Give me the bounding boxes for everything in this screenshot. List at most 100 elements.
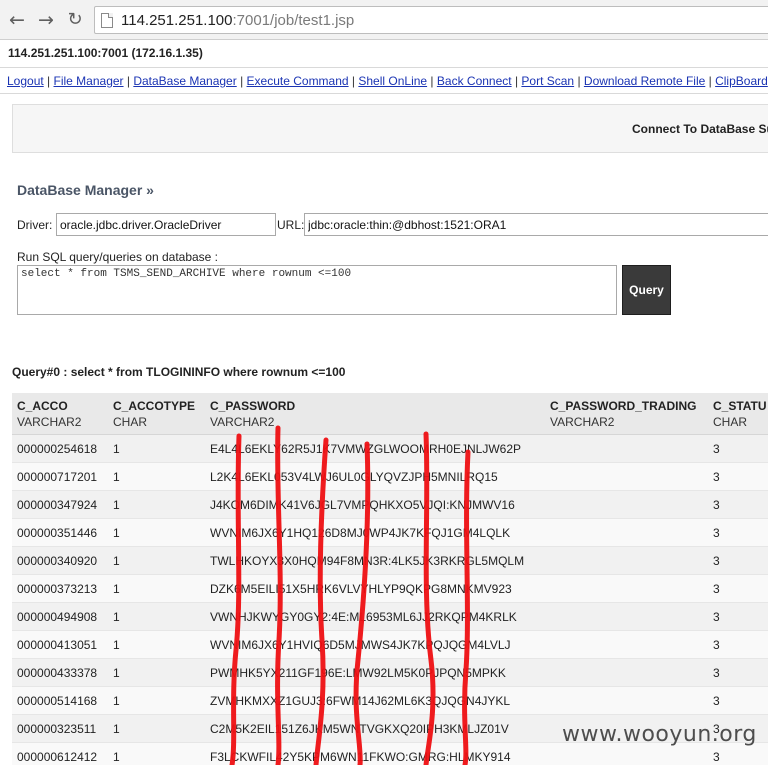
url-path: :7001/job/test1.jsp	[232, 12, 355, 29]
menu-separator: |	[236, 74, 247, 88]
back-arrow-icon[interactable]: ←	[6, 9, 28, 31]
table-cell: 3	[713, 694, 720, 708]
menu-separator: |	[348, 74, 359, 88]
column-header-name: C_ACCOTYPE	[113, 399, 196, 413]
table-cell: 000000717201	[17, 470, 98, 484]
table-cell: 1	[113, 498, 120, 512]
menu-link-download-remote-file[interactable]: Download Remote File	[584, 74, 705, 88]
menu-link-shell-online[interactable]: Shell OnLine	[358, 74, 427, 88]
browser-toolbar: ← → ↻ 114.251.251.100:7001/job/test1.jsp	[0, 0, 768, 40]
sql-query-textarea[interactable]: select * from TSMS_SEND_ARCHIVE where ro…	[17, 265, 617, 315]
table-cell: 3	[713, 442, 720, 456]
address-bar[interactable]: 114.251.251.100:7001/job/test1.jsp	[94, 6, 768, 34]
divider	[0, 93, 768, 94]
table-row: 000000494908 1 VWNHJKWYGY0GY2:4E:ML6953ML6…	[12, 603, 768, 631]
table-row: 000000514168 1 ZVMHKMXXZ1GUJ3:6FWM14J62ML6…	[12, 687, 768, 715]
table-cell: WVNIM6JX6Y1HVIQ6D5MJMWS4JK7KPQJQGM4LVLJ	[210, 638, 511, 652]
table-row: 000000373213 1 DZK6M5EILI51X5HRK6VLVYHLYP9…	[12, 575, 768, 603]
table-row: 000000254618 1 E4L4L6EKLY62R5J1K7VMWZGLWOO…	[12, 435, 768, 463]
table-cell: E4L4L6EKLY62R5J1K7VMWZGLWOOMRH0EJNLJW62P	[210, 442, 521, 456]
section-title: DataBase Manager »	[17, 182, 154, 198]
table-row: 000000347924 1 J4KOM6DIMK41V6JGL7VMPQHKXO5…	[12, 491, 768, 519]
table-cell: 3	[713, 554, 720, 568]
table-cell: 3	[713, 470, 720, 484]
table-cell: 1	[113, 470, 120, 484]
table-cell: DZK6M5EILI51X5HRK6VLVYHLYP9QKPG8MNKMV923	[210, 582, 512, 596]
table-cell: 000000347924	[17, 498, 98, 512]
url-host: 114.251.251.100	[121, 12, 233, 29]
driver-input[interactable]	[56, 213, 276, 236]
menu-link-execute-command[interactable]: Execute Command	[247, 74, 349, 88]
menu-separator: |	[123, 74, 134, 88]
host-info: 114.251.251.100:7001 (172.16.1.35)	[8, 46, 203, 60]
query-button[interactable]: Query	[622, 265, 671, 315]
forward-arrow-icon[interactable]: →	[35, 9, 57, 31]
table-cell: ZVMHKMXXZ1GUJ3:6FWM14J62ML6K3QJQGN4JYKL	[210, 694, 511, 708]
menu-link-file-manager[interactable]: File Manager	[54, 74, 124, 88]
table-row: 000000717201 1 L2K4L6EKL053V4LWJ6UL0GLYQVZ…	[12, 463, 768, 491]
table-cell: 1	[113, 694, 120, 708]
table-cell: C2M5K2EIL151Z6JKM5WNTVGKXQ20IPH3KMLJZ01V	[210, 722, 509, 736]
column-header-type: CHAR	[713, 415, 748, 429]
reload-icon[interactable]: ↻	[64, 9, 86, 31]
sql-label: Run SQL query/queries on database :	[17, 250, 219, 264]
table-cell: 1	[113, 442, 120, 456]
table-cell: 3	[713, 610, 720, 624]
table-cell: 000000254618	[17, 442, 98, 456]
table-cell: 1	[113, 638, 120, 652]
menu-separator: |	[427, 74, 437, 88]
column-header-name: C_PASSWORD_TRADING	[550, 399, 697, 413]
result-table: C_ACCO VARCHAR2 C_ACCOTYPE CHAR C_PASSWORD VA…	[12, 393, 768, 765]
menu-link-logout[interactable]: Logout	[7, 74, 44, 88]
table-cell: L2K4L6EKL053V4LWJ6UL0GLYQVZJPH5MNILRQ15	[210, 470, 498, 484]
table-cell: 1	[113, 722, 120, 736]
table-cell: 1	[113, 750, 120, 764]
table-row: 000000351446 1 WVNIM6JX6Y1HQ126D8MJ0WP4JK7…	[12, 519, 768, 547]
table-cell: 000000494908	[17, 610, 98, 624]
url-label: URL:	[277, 218, 305, 232]
menu-link-database-manager[interactable]: DataBase Manager	[133, 74, 236, 88]
table-row: 000000433378 1 PWMHK5YX211GF196E:LMW92LM5K…	[12, 659, 768, 687]
column-header-name: C_STATU	[713, 399, 767, 413]
table-cell: 3	[713, 750, 720, 764]
table-header: C_ACCO VARCHAR2 C_ACCOTYPE CHAR C_PASSWORD VA…	[12, 393, 768, 435]
column-header-type: CHAR	[113, 415, 148, 429]
table-cell: TWLHKOYX3X0HQM94F8MN3R:4LK5JK3RKRGL5MQLM	[210, 554, 525, 568]
table-cell: 3	[713, 582, 720, 596]
table-cell: 3	[713, 526, 720, 540]
connect-panel: Connect To DataBase Su	[12, 104, 768, 153]
column-header-name: C_ACCO	[17, 399, 68, 413]
column-header-type: VARCHAR2	[210, 415, 275, 429]
table-cell: 000000351446	[17, 526, 98, 540]
table-cell: 000000433378	[17, 666, 98, 680]
table-cell: 000000373213	[17, 582, 98, 596]
table-cell: 1	[113, 554, 120, 568]
table-cell: 000000340920	[17, 554, 98, 568]
driver-label: Driver:	[17, 218, 53, 232]
table-cell: J4KOM6DIMK41V6JGL7VMPQHKXO5VJQI:KNJMWV16	[210, 498, 515, 512]
table-row: 000000413051 1 WVNIM6JX6Y1HVIQ6D5MJMWS4JK7…	[12, 631, 768, 659]
menu-separator: |	[705, 74, 716, 88]
address-text[interactable]: 114.251.251.100:7001/job/test1.jsp	[121, 12, 354, 29]
table-cell: PWMHK5YX211GF196E:LMW92LM5K0PJPQN5MPKK	[210, 666, 506, 680]
watermark-text: www.wooyun.org	[562, 722, 757, 747]
table-cell: 000000413051	[17, 638, 98, 652]
table-cell: 3	[713, 498, 720, 512]
menu-separator: |	[511, 74, 522, 88]
table-cell: 1	[113, 610, 120, 624]
query-heading: Query#0 : select * from TLOGININFO where…	[12, 365, 346, 379]
menu-link-back-connect[interactable]: Back Connect	[437, 74, 512, 88]
url-input[interactable]	[304, 213, 768, 236]
menu-separator: |	[43, 74, 54, 88]
menu-link-port-scan[interactable]: Port Scan	[521, 74, 574, 88]
main-menu: Logout | File Manager | DataBase Manager…	[7, 74, 768, 88]
column-header-name: C_PASSWORD	[210, 399, 296, 413]
table-cell: WVNIM6JX6Y1HQ126D8MJ0WP4JK7KFQJ1GM4LQLK	[210, 526, 511, 540]
table-cell: 000000514168	[17, 694, 98, 708]
page-icon	[101, 13, 113, 28]
table-cell: 1	[113, 582, 120, 596]
table-cell: 1	[113, 526, 120, 540]
table-body: 000000254618 1 E4L4L6EKLY62R5J1K7VMWZGLWOO…	[12, 435, 768, 765]
menu-link-clipboard[interactable]: ClipBoard	[715, 74, 768, 88]
column-header-type: VARCHAR2	[550, 415, 615, 429]
